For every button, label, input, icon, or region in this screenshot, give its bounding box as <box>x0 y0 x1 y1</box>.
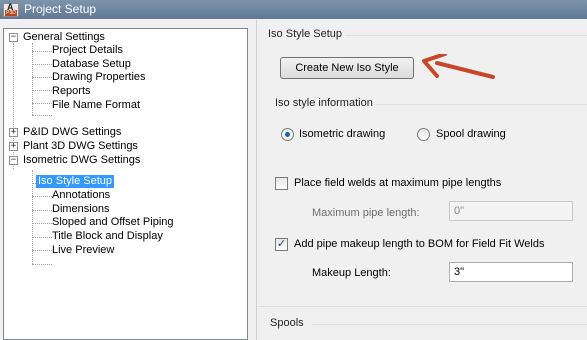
tree-item-drawing-properties[interactable]: Drawing Properties <box>50 71 148 84</box>
collapse-isometric-icon[interactable]: − <box>9 156 18 165</box>
tree-item-pid-dwg-settings[interactable]: P&ID DWG Settings <box>21 126 123 139</box>
tree-connector <box>32 43 33 115</box>
tree-item-file-name-format[interactable]: File Name Format <box>50 99 142 112</box>
app-icon: A P3D <box>3 2 19 17</box>
info-divider <box>375 104 587 105</box>
makeup-length-field[interactable]: 3" <box>449 262 573 282</box>
header-divider <box>345 35 587 36</box>
tree-item-isometric-dwg-settings[interactable]: Isometric DWG Settings <box>21 154 142 167</box>
title-bar: A P3D Project Setup <box>0 0 587 19</box>
spools-divider <box>312 324 587 325</box>
makeup-length-label: Makeup Length: <box>312 267 391 279</box>
place-field-welds-checkbox[interactable] <box>275 177 288 190</box>
add-makeup-length-checkbox[interactable]: ✓ <box>275 238 288 251</box>
tree-item-reports[interactable]: Reports <box>50 85 93 98</box>
spool-drawing-label[interactable]: Spool drawing <box>436 128 506 140</box>
isometric-drawing-radio[interactable] <box>281 128 294 141</box>
tree-item-iso-style-setup[interactable]: Iso Style Setup <box>36 175 114 188</box>
red-arrow-icon <box>422 54 495 79</box>
iso-style-information-label: Iso style information <box>275 97 373 109</box>
spools-label: Spools <box>270 317 304 329</box>
window-title: Project Setup <box>24 2 97 16</box>
tree-item-annotations[interactable]: Annotations <box>50 189 112 202</box>
tree-item-dimensions[interactable]: Dimensions <box>50 203 111 216</box>
tree-item-project-details[interactable]: Project Details <box>50 44 125 57</box>
add-makeup-length-label[interactable]: Add pipe makeup length to BOM for Field … <box>294 238 544 250</box>
tree-item-live-preview[interactable]: Live Preview <box>50 244 116 257</box>
isometric-drawing-label[interactable]: Isometric drawing <box>299 128 385 140</box>
tree-item-plant3d-dwg-settings[interactable]: Plant 3D DWG Settings <box>21 140 140 153</box>
maximum-pipe-length-field[interactable]: 0" <box>449 201 573 221</box>
iso-style-setup-panel: Iso Style Setup Create New Iso Style Iso… <box>256 20 587 340</box>
tree-item-database-setup[interactable]: Database Setup <box>50 58 133 71</box>
expand-plant3d-icon[interactable]: + <box>9 142 18 151</box>
tree-item-title-block-display[interactable]: Title Block and Display <box>50 230 165 243</box>
collapse-general-icon[interactable]: − <box>9 33 18 42</box>
tree-item-general-settings[interactable]: General Settings <box>21 31 107 44</box>
expand-pid-icon[interactable]: + <box>9 128 18 137</box>
place-field-welds-label[interactable]: Place field welds at maximum pipe length… <box>294 177 501 189</box>
spool-drawing-radio[interactable] <box>417 128 430 141</box>
maximum-pipe-length-label: Maximum pipe length: <box>312 207 420 219</box>
create-new-iso-style-button[interactable]: Create New Iso Style <box>280 57 414 79</box>
settings-tree[interactable]: − General Settings Project Details Datab… <box>3 28 248 340</box>
panel-header: Iso Style Setup <box>268 28 342 40</box>
spools-top-divider <box>257 306 587 307</box>
tree-item-sloped-offset-piping[interactable]: Sloped and Offset Piping <box>50 216 176 229</box>
